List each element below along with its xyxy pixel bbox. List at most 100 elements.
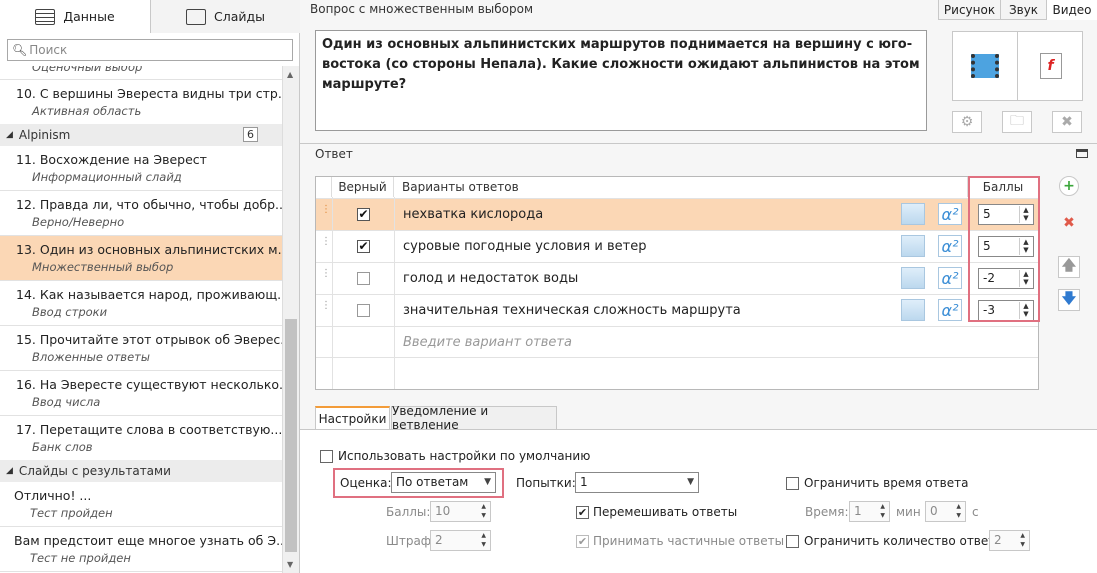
limit-time-checkbox[interactable] [786,477,799,490]
list-item[interactable]: 16. На Эвересте существуют несколько... … [0,371,282,416]
correct-checkbox[interactable] [357,272,370,285]
use-default-checkbox[interactable] [320,450,333,463]
image-icon[interactable] [901,203,925,225]
tab-sound-label: Звук [1008,2,1039,17]
group-count-badge: 6 [243,127,258,142]
correct-checkbox[interactable]: ✔ [357,240,370,253]
limit-count-value: 2 [994,533,1002,547]
list-item[interactable]: Оценочный выбор [0,66,282,80]
group-results[interactable]: ◢ Слайды с результатами [0,460,282,482]
drag-handle-icon[interactable]: ⋮ [321,269,331,279]
delete-answer-button[interactable]: ✖ [1058,212,1080,234]
grid-divider [394,197,395,389]
drag-handle-icon[interactable]: ⋮ [321,301,331,311]
settings-button[interactable]: ⚙ [952,111,982,133]
tab-video[interactable]: Видео [1046,0,1097,20]
scroll-up-icon[interactable]: ▲ [287,70,293,79]
list-item[interactable]: 10. С вершины Эвереста видны три стр... … [0,80,282,126]
gear-icon: ⚙ [960,114,974,130]
film-icon [971,54,999,78]
answer-text[interactable]: голод и недостаток воды [403,271,578,286]
move-down-button[interactable]: 🡇︎ [1058,289,1080,311]
group-alpinism[interactable]: ◢ Alpinism 6 [0,124,282,146]
correct-checkbox[interactable] [357,304,370,317]
list-item[interactable]: 15. Прочитайте этот отрывок об Эверес...… [0,326,282,371]
column-header-correct-label: Верный [338,180,387,194]
tab-image-label: Рисунок [943,2,996,17]
points-stepper[interactable]: 10 ▲ ▼ [430,501,491,522]
move-up-button[interactable]: 🡅︎ [1058,256,1080,278]
equation-icon[interactable]: α² [938,203,962,225]
list-item-subtitle: Верно/Неверно [32,215,125,229]
time-seconds-value: 0 [930,504,938,518]
grid-divider [332,197,333,389]
answer-text[interactable]: нехватка кислорода [403,207,543,222]
search-input[interactable]: 🔍︎ Поиск [7,39,293,61]
list-item[interactable]: Отлично! ... Тест пройден [0,482,282,527]
list-item-title: 13. Один из основных альпинистских м... [16,242,282,257]
answer-row[interactable]: ⋮ значительная техническая сложность мар… [316,294,1038,326]
attempts-select[interactable]: 1 ▼ [575,472,699,493]
list-item-subtitle: Множественный выбор [32,260,174,274]
list-item-subtitle: Информационный слайд [32,170,182,184]
tab-image[interactable]: Рисунок [938,0,1000,20]
list-scrollbar[interactable]: ▲ ▼ [282,66,299,573]
limit-count-stepper[interactable]: 2 ▲ ▼ [989,530,1030,551]
tab-sound[interactable]: Звук [1000,0,1046,20]
correct-checkbox[interactable]: ✔ [357,208,370,221]
image-icon[interactable] [901,299,925,321]
tab-data[interactable]: Данные [0,0,150,33]
limit-count-checkbox[interactable] [786,535,799,548]
open-folder-button[interactable]: 🗀︎ [1002,111,1032,133]
list-item-subtitle: Тест пройден [30,506,113,520]
list-item[interactable]: 17. Перетащите слова в соответствую... Б… [0,416,282,461]
penalty-stepper[interactable]: 2 ▲ ▼ [430,530,491,551]
equation-icon[interactable]: α² [938,235,962,257]
tab-settings[interactable]: Настройки [315,406,390,430]
video-insert-button[interactable] [953,32,1018,100]
list-item[interactable]: Вам предстоит еще многое узнать об Э... … [0,527,282,572]
answer-row[interactable]: ⋮ ✔ суровые погодные условия и ветер α² … [316,230,1038,262]
list-item-selected[interactable]: 13. Один из основных альпинистских м... … [0,236,282,281]
answer-text[interactable]: суровые погодные условия и ветер [403,239,646,254]
tab-feedback-branching[interactable]: Уведомление и ветвление [391,404,557,432]
add-answer-button[interactable]: + [1059,176,1079,196]
drag-handle-icon[interactable]: ⋮ [321,205,331,215]
scroll-down-icon[interactable]: ▼ [287,560,293,569]
list-item[interactable]: 14. Как называется народ, проживающ... В… [0,281,282,326]
new-answer-placeholder[interactable]: Введите вариант ответа [403,335,572,350]
answer-row[interactable]: ⋮ ✔ нехватка кислорода α² 5 ▲ ▼ [316,198,1038,230]
partial-answers-checkbox[interactable]: ✔ [576,535,589,548]
scroll-thumb[interactable] [285,319,297,552]
settings-tabs: Настройки Уведомление и ветвление [315,404,1097,432]
slide-list: Оценочный выбор 10. С вершины Эвереста в… [0,66,282,573]
list-item[interactable]: 11. Восхождение на Эверест Информационны… [0,146,282,191]
tab-slides[interactable]: Слайды [150,0,300,33]
arrow-down-icon: 🡇︎ [1061,291,1077,307]
list-item[interactable]: 12. Правда ли, что обычно, чтобы добр...… [0,191,282,236]
equation-icon[interactable]: α² [938,267,962,289]
column-header-options-label: Варианты ответов [402,180,519,194]
answer-text[interactable]: значительная техническая сложность маршр… [403,303,741,318]
shuffle-checkbox[interactable]: ✔ [576,506,589,519]
arrow-up-icon: 🡅︎ [1061,258,1077,274]
column-header-options: Варианты ответов [394,177,968,197]
search-icon: 🔍︎ [12,43,28,57]
answer-section-header: Ответ [315,147,353,161]
tab-data-label: Данные [63,9,115,24]
list-item-title: Вам предстоит еще многое узнать об Э... [14,533,282,548]
time-seconds-stepper[interactable]: 0 ▲ ▼ [925,501,966,522]
equation-icon[interactable]: α² [938,299,962,321]
flash-insert-button[interactable]: f [1018,32,1083,100]
image-icon[interactable] [901,267,925,289]
grading-value: По ответам [396,475,469,489]
drag-handle-icon[interactable]: ⋮ [321,237,331,247]
remove-media-button[interactable]: ✖ [1052,111,1082,133]
maximize-icon[interactable] [1076,149,1088,158]
grading-select[interactable]: По ответам ▼ [391,472,496,493]
question-text-field[interactable]: Один из основных альпинистских маршрутов… [315,30,927,131]
image-icon[interactable] [901,235,925,257]
time-minutes-stepper[interactable]: 1 ▲ ▼ [849,501,890,522]
new-answer-row[interactable]: Введите вариант ответа [316,326,1038,358]
answer-row[interactable]: ⋮ голод и недостаток воды α² -2 ▲ ▼ [316,262,1038,294]
